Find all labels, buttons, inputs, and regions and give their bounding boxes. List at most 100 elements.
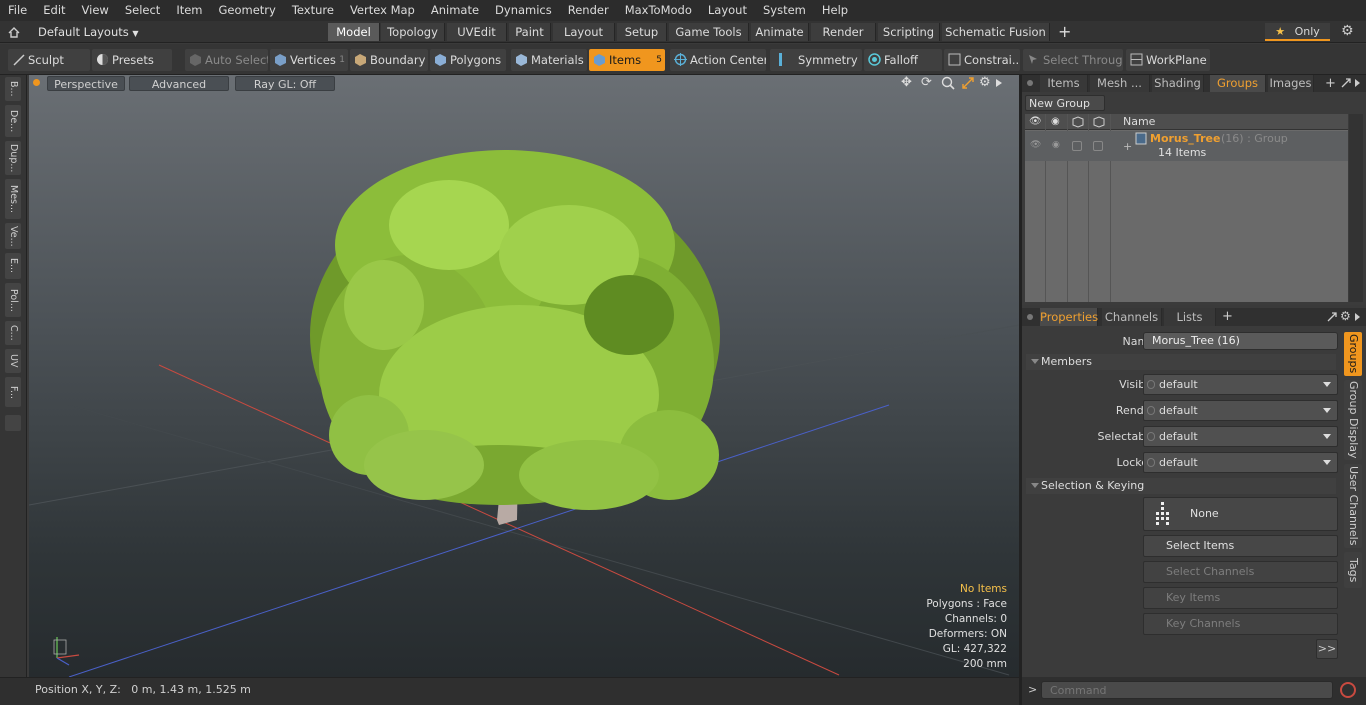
left-strip-tool-3[interactable]: Mes...: [5, 179, 21, 219]
menu-item-edit[interactable]: Edit: [35, 0, 73, 21]
group-row[interactable]: 👁 ◉ + Morus_Tree (16) : Group 14 Items: [1025, 131, 1348, 161]
prop-expand-icon[interactable]: [1326, 311, 1338, 323]
add-tab-icon[interactable]: +: [1325, 75, 1336, 92]
left-strip-tool-7[interactable]: C...: [5, 321, 21, 345]
row-eye-icon[interactable]: 👁: [1030, 140, 1041, 150]
left-strip-tool-0[interactable]: B...: [5, 77, 21, 101]
menu-item-select[interactable]: Select: [117, 0, 168, 21]
left-strip-tool-6[interactable]: Pol...: [5, 283, 21, 317]
row-lock-checkbox[interactable]: [1072, 141, 1082, 151]
select-channels-button[interactable]: Select Channels: [1143, 561, 1338, 583]
prop-more-icon[interactable]: [1355, 313, 1360, 321]
menu-item-render[interactable]: Render: [560, 0, 617, 21]
tab-shading[interactable]: Shading: [1152, 75, 1204, 92]
none-button[interactable]: None: [1143, 497, 1338, 531]
workplane-button[interactable]: WorkPlane: [1126, 49, 1210, 71]
expand-plus-icon[interactable]: +: [1123, 140, 1132, 153]
key-items-button[interactable]: Key Items: [1143, 587, 1338, 609]
layout-tab-setup[interactable]: Setup: [617, 23, 667, 41]
layout-tab-paint[interactable]: Paint: [509, 23, 551, 41]
layout-tab-scripting[interactable]: Scripting: [878, 23, 940, 41]
presets-button[interactable]: Presets: [92, 49, 172, 71]
fit-view-icon[interactable]: [961, 76, 975, 90]
sculpt-button[interactable]: Sculpt: [8, 49, 90, 71]
menu-item-animate[interactable]: Animate: [423, 0, 487, 21]
visible-select[interactable]: default: [1143, 374, 1338, 395]
auto-select-button[interactable]: Auto Select: [185, 49, 268, 71]
command-input[interactable]: [1041, 681, 1333, 699]
select-through-button[interactable]: Select Through: [1023, 49, 1123, 71]
layouts-dropdown[interactable]: Default Layouts ▼: [38, 21, 139, 43]
layout-tab-schematic-fusion[interactable]: Schematic Fusion: [942, 23, 1050, 41]
menu-item-help[interactable]: Help: [814, 0, 856, 21]
members-section[interactable]: Members: [1026, 354, 1336, 370]
tab-channels[interactable]: Channels: [1102, 308, 1162, 326]
layout-tab-animate[interactable]: Animate: [751, 23, 809, 41]
locked-select[interactable]: default: [1143, 452, 1338, 473]
layout-tab-layout[interactable]: Layout: [553, 23, 615, 41]
tab-items[interactable]: Items: [1040, 75, 1088, 92]
new-group-button[interactable]: New Group: [1025, 95, 1105, 111]
prop-gear-icon[interactable]: ⚙: [1340, 310, 1353, 323]
layout-tab-topology[interactable]: Topology: [381, 23, 445, 41]
tab-properties[interactable]: Properties: [1040, 308, 1098, 326]
tab-lists[interactable]: Lists: [1164, 308, 1216, 326]
left-strip-tool-9[interactable]: F...: [5, 377, 21, 407]
render-select[interactable]: default: [1143, 400, 1338, 421]
viewport-dot-icon[interactable]: [33, 79, 40, 86]
only-toggle[interactable]: ★ Only: [1265, 23, 1330, 41]
expand-icon[interactable]: [1340, 77, 1352, 89]
groups-scrollbar[interactable]: [1349, 114, 1363, 302]
key-channels-button[interactable]: Key Channels: [1143, 613, 1338, 635]
perspective-button[interactable]: Perspective: [47, 76, 125, 91]
viewport-settings-icon[interactable]: ⚙: [979, 76, 993, 90]
left-strip-extra-button[interactable]: [5, 415, 21, 431]
selectable-select[interactable]: default: [1143, 426, 1338, 447]
advanced-button[interactable]: Advanced: [129, 76, 229, 91]
side-tab-group-display[interactable]: Group Display: [1344, 380, 1362, 460]
menu-item-layout[interactable]: Layout: [700, 0, 755, 21]
row-render-icon[interactable]: ◉: [1052, 140, 1062, 150]
menu-item-maxtomodo[interactable]: MaxToModo: [617, 0, 700, 21]
move-view-icon[interactable]: ✥: [901, 76, 915, 90]
eye-icon[interactable]: 👁: [1029, 116, 1042, 127]
menu-item-view[interactable]: View: [74, 0, 117, 21]
row-select-checkbox[interactable]: [1093, 141, 1103, 151]
layout-home-icon[interactable]: [8, 26, 20, 38]
menu-item-item[interactable]: Item: [168, 0, 210, 21]
side-tab-user-channels[interactable]: User Channels: [1344, 464, 1362, 548]
selection-keying-section[interactable]: Selection & Keying: [1026, 478, 1336, 494]
select-items-button[interactable]: Select Items: [1143, 535, 1338, 557]
left-strip-tool-1[interactable]: De...: [5, 105, 21, 137]
side-tab-tags[interactable]: Tags: [1344, 552, 1362, 588]
layout-tab-game-tools[interactable]: Game Tools: [669, 23, 749, 41]
tab-images[interactable]: Images: [1268, 75, 1314, 92]
polygons-button[interactable]: Polygons: [430, 49, 506, 71]
boundary-button[interactable]: Boundary: [350, 49, 428, 71]
render-icon[interactable]: ◉: [1051, 116, 1063, 127]
left-strip-tool-4[interactable]: Ve...: [5, 223, 21, 249]
left-strip-tool-5[interactable]: E...: [5, 253, 21, 279]
layout-tab-model[interactable]: Model: [328, 23, 380, 41]
menu-item-dynamics[interactable]: Dynamics: [487, 0, 560, 21]
vertices-button[interactable]: Vertices 1: [270, 49, 348, 71]
items-button[interactable]: Items 5: [589, 49, 665, 71]
menu-item-texture[interactable]: Texture: [284, 0, 342, 21]
tabs-more-icon[interactable]: [1355, 79, 1360, 87]
3d-viewport[interactable]: Perspective Advanced Ray GL: Off ✥ ⟳ ⚙ N…: [29, 75, 1019, 677]
viewport-more-icon[interactable]: [996, 79, 1002, 87]
menu-item-file[interactable]: File: [0, 0, 35, 21]
record-icon[interactable]: [1340, 682, 1356, 698]
rotate-view-icon[interactable]: ⟳: [921, 76, 935, 90]
falloff-button[interactable]: Falloff: [864, 49, 942, 71]
layout-tab-render[interactable]: Render: [811, 23, 876, 41]
panel-dot-icon-2[interactable]: [1027, 314, 1033, 320]
materials-button[interactable]: Materials: [511, 49, 587, 71]
zoom-view-icon[interactable]: [941, 76, 955, 90]
tab-mesh[interactable]: Mesh ...: [1090, 75, 1150, 92]
constraints-button[interactable]: Constrai...: [944, 49, 1020, 71]
menu-item-system[interactable]: System: [755, 0, 814, 21]
menu-item-vertex-map[interactable]: Vertex Map: [342, 0, 423, 21]
panel-dot-icon[interactable]: [1027, 80, 1033, 86]
more-button[interactable]: >>: [1316, 639, 1338, 659]
